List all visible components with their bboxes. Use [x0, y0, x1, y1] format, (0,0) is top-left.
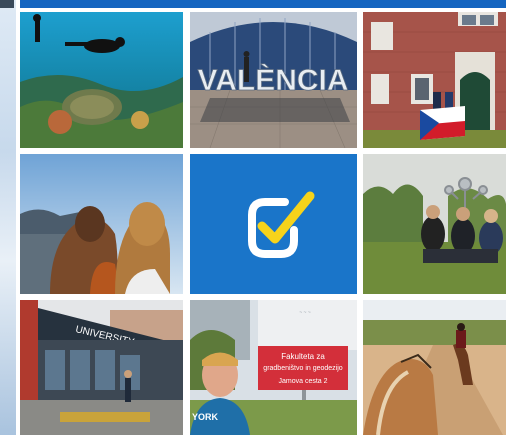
left-edge-dark-block: [0, 0, 14, 8]
shirt-brand-text: YORK: [192, 412, 219, 422]
university-building-photo[interactable]: UNIVERSITY OF STRATHCLYDE: [20, 300, 183, 435]
group-in-park-photo[interactable]: [363, 154, 506, 294]
brick-building-flag-photo[interactable]: [363, 12, 506, 148]
left-edge-strip: [0, 0, 16, 435]
logo-background: [190, 154, 357, 294]
horse-riding-photo[interactable]: [363, 300, 506, 435]
top-blue-bar: [20, 0, 506, 8]
faculty-sign-line-2: gradbeništvo in geodezijo: [263, 365, 342, 372]
checkmark-logo-tile[interactable]: [190, 154, 357, 294]
friends-overlooking-city-photo[interactable]: [20, 154, 183, 294]
faculty-sign-line-3: Jamova cesta 2: [278, 378, 327, 385]
photo-grid: VALÈNCIA ~ ~ ~ Fakulteta za gradbeništvo…: [20, 12, 506, 435]
svg-text:~ ~ ~: ~ ~ ~: [299, 310, 311, 316]
faculty-sign-selfie-photo[interactable]: ~ ~ ~ Fakulteta za gradbeništvo in geode…: [190, 300, 357, 435]
scuba-diving-photo[interactable]: [20, 12, 183, 148]
valencia-sign-text: VALÈNCIA: [197, 63, 348, 97]
faculty-sign-line-1: Fakulteta za: [281, 352, 325, 361]
valencia-sign-photo[interactable]: VALÈNCIA: [190, 12, 357, 148]
